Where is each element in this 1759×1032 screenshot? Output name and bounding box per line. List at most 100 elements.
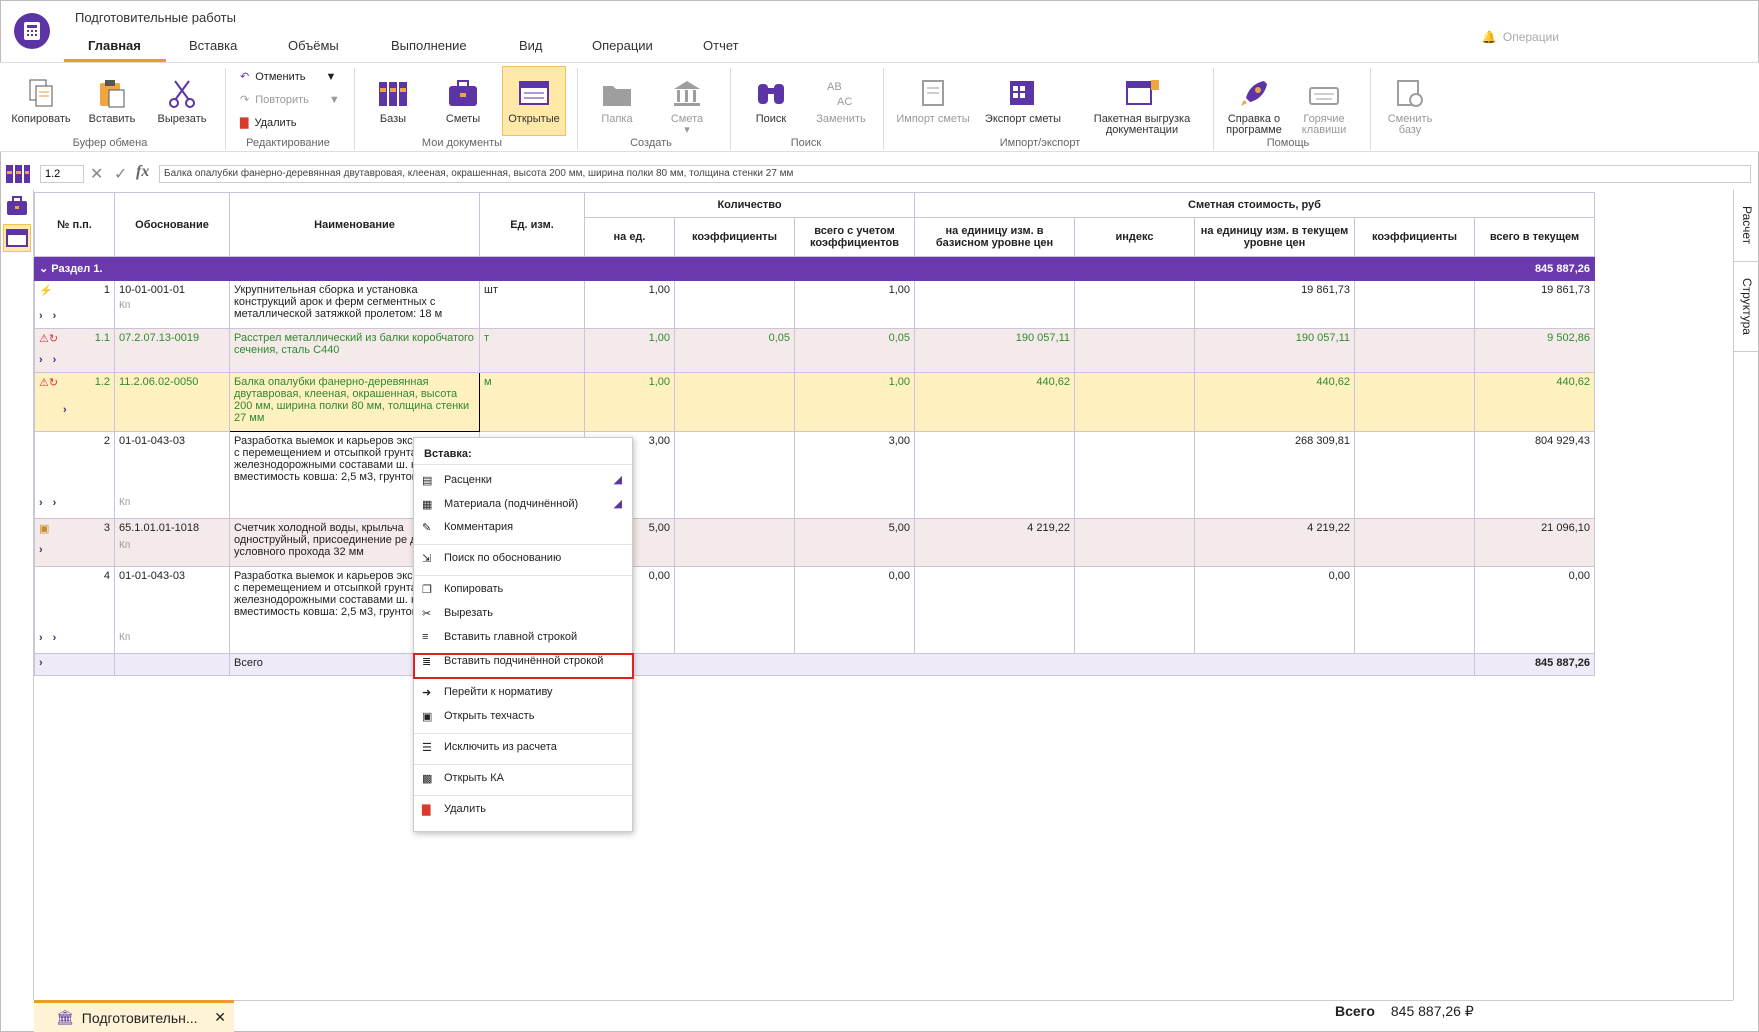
batch-export-button[interactable]: Пакетная выгрузка документации: [1084, 76, 1200, 136]
tab-home[interactable]: Главная: [88, 38, 141, 59]
tab-calculation[interactable]: Расчет: [1734, 190, 1759, 262]
chevron-right-icon[interactable]: ›: [39, 497, 43, 509]
chevron-right-icon[interactable]: ›: [63, 404, 67, 416]
formula-input[interactable]: Балка опалубки фанерно-деревянная двутав…: [159, 165, 1751, 183]
row-coef: [674, 431, 795, 519]
tab-report[interactable]: Отчет: [703, 38, 739, 59]
row-total: 440,62: [1474, 372, 1595, 432]
estimates-panel-icon[interactable]: [4, 194, 30, 218]
chevron-right-icon[interactable]: ›: [39, 310, 43, 322]
estimates-button[interactable]: Сметы: [436, 76, 490, 125]
header-total-current[interactable]: всего в текущем: [1474, 217, 1595, 257]
header-total-coef[interactable]: всего с учетом коэффициентов: [794, 217, 915, 257]
chevron-right-icon[interactable]: ›: [39, 354, 43, 366]
menu-item-search-basis[interactable]: ⇲ Поиск по обоснованию: [422, 552, 561, 565]
confirm-icon[interactable]: ✓: [114, 164, 127, 184]
delete-button[interactable]: ▇ Удалить: [240, 116, 296, 130]
menu-item-go-norm[interactable]: ➜ Перейти к нормативу: [422, 686, 553, 699]
export-estimate-button[interactable]: Экспорт сметы: [975, 76, 1071, 125]
chevron-right-icon[interactable]: ›: [53, 497, 57, 509]
new-estimate-button[interactable]: Смета ▾: [660, 76, 714, 136]
cell-reference-input[interactable]: [40, 165, 84, 183]
total-value: 845 887,26: [1474, 653, 1595, 676]
cut-button[interactable]: Вырезать: [154, 76, 210, 125]
group-create: Создать: [630, 137, 672, 149]
cancel-icon[interactable]: ✕: [90, 164, 103, 184]
row-total-coef: 5,00: [794, 518, 915, 567]
paste-button[interactable]: Вставить: [84, 76, 140, 125]
import-label: Импорт сметы: [896, 113, 970, 125]
change-base-button[interactable]: Сменить базу: [1380, 76, 1440, 136]
header-name[interactable]: Наименование: [229, 192, 480, 257]
table-row-selected[interactable]: ⚠↻ 1.2 › 11.2.06.02-0050 Балка опалубки фа…: [34, 372, 1595, 432]
tab-volumes[interactable]: Объёмы: [288, 38, 339, 59]
grand-total: Всего 845 887,26 ₽: [1335, 1003, 1474, 1020]
chevron-down-icon[interactable]: ⌄: [39, 263, 51, 275]
header-num[interactable]: № п.п.: [34, 192, 115, 257]
menu-item-cut[interactable]: ✂ Вырезать: [422, 607, 493, 620]
menu-item-rates[interactable]: ▤ Расценки ◢: [422, 473, 622, 487]
chevron-right-icon[interactable]: ›: [53, 632, 57, 644]
menu-item-delete[interactable]: ▇ Удалить: [422, 803, 486, 816]
open-docs-panel-icon[interactable]: [3, 224, 31, 252]
row-name-selected-cell[interactable]: Балка опалубки фанерно-деревянная двутав…: [229, 372, 480, 432]
table-row[interactable]: ⚡ 1 › › 10-01-001-01 Кп Укрупнительная сборк…: [34, 280, 1595, 329]
chevron-right-icon[interactable]: ›: [53, 310, 57, 322]
bases-button[interactable]: Базы: [366, 76, 420, 125]
tab-structure[interactable]: Структура: [1734, 262, 1759, 352]
redo-label: Повторить: [255, 93, 309, 106]
section-row[interactable]: ⌄ Раздел 1. 845 887,26: [34, 256, 1595, 281]
operations-button[interactable]: 🔔 Операции: [1482, 30, 1559, 44]
app-logo-icon[interactable]: [14, 13, 50, 49]
total-row[interactable]: › Всего 845 887,26: [34, 653, 1595, 676]
chevron-right-icon[interactable]: ›: [39, 544, 43, 556]
table-row[interactable]: ▣ 3 › 65.1.01.01-1018 Кп Счетчик холодной в…: [34, 518, 1595, 567]
header-coef[interactable]: коэффициенты: [674, 217, 795, 257]
undo-button[interactable]: ↶ Отменить ▼: [240, 70, 336, 84]
paste-label: Вставить: [88, 113, 136, 125]
group-help: Помощь: [1266, 137, 1310, 149]
chevron-right-icon[interactable]: ›: [53, 354, 57, 366]
replace-button[interactable]: AB AC Заменить: [814, 76, 868, 125]
table-row[interactable]: 2 › › 01-01-043-03 Кп Разработка выемок и к…: [34, 431, 1595, 519]
menu-item-comment[interactable]: ✎ Комментария: [422, 521, 513, 534]
table-row[interactable]: ⚠↻ 1.1 › › 07.2.07.13-0019 Расстрел металли…: [34, 328, 1595, 373]
menu-item-tech-part[interactable]: ▣ Открыть техчасть: [422, 710, 534, 723]
panel-toggle-icon[interactable]: [5, 163, 31, 188]
chevron-right-icon[interactable]: ›: [39, 632, 43, 644]
copy-button[interactable]: Копировать: [10, 76, 72, 125]
menu-item-copy[interactable]: ❐ Копировать: [422, 583, 503, 596]
go-norm-icon: ➜: [422, 687, 432, 699]
menu-item-paste-main[interactable]: ≡ Вставить главной строкой: [422, 631, 577, 643]
redo-button[interactable]: ↷ Повторить ▼: [240, 93, 340, 107]
hotkeys-button[interactable]: Горячие клавиши: [1292, 76, 1356, 136]
header-unit[interactable]: Ед. изм.: [479, 192, 585, 257]
close-icon[interactable]: ✕: [214, 1009, 226, 1026]
header-unit-current[interactable]: на единицу изм. в текущем уровне цен: [1194, 217, 1355, 257]
row-unit-current: 4 219,22: [1194, 518, 1355, 567]
tab-execution[interactable]: Выполнение: [391, 38, 467, 59]
table-row[interactable]: 4 › › 01-01-043-03 Кп Разработка выемок и к…: [34, 566, 1595, 654]
tab-insert[interactable]: Вставка: [189, 38, 237, 59]
document-tab[interactable]: 🏛 Подготовительн... ✕: [34, 1000, 234, 1032]
open-docs-button[interactable]: Открытые: [502, 66, 566, 136]
import-estimate-button[interactable]: Импорт сметы: [893, 76, 973, 125]
header-basis[interactable]: Обоснование: [114, 192, 230, 257]
bases-icon: [376, 76, 410, 110]
menu-separator: [414, 764, 632, 765]
material-icon: ▣: [39, 523, 50, 535]
tab-view[interactable]: Вид: [519, 38, 543, 59]
header-per-unit[interactable]: на ед.: [584, 217, 675, 257]
menu-item-material[interactable]: ▦ Материала (подчинённой) ◢: [422, 497, 622, 511]
row-unit-current: 190 057,11: [1194, 328, 1355, 373]
search-button[interactable]: Поиск: [744, 76, 798, 125]
chevron-right-icon[interactable]: ›: [39, 657, 43, 669]
tab-operations[interactable]: Операции: [592, 38, 653, 59]
menu-item-exclude[interactable]: ☰ Исключить из расчета: [422, 741, 557, 754]
about-button[interactable]: Справка о программе: [1220, 76, 1288, 136]
header-index[interactable]: индекс: [1074, 217, 1195, 257]
menu-item-open-ka[interactable]: ▩ Открыть КА: [422, 772, 504, 785]
header-unit-base[interactable]: на единицу изм. в базисном уровне цен: [914, 217, 1075, 257]
header-coef2[interactable]: коэффициенты: [1354, 217, 1475, 257]
folder-button[interactable]: Папка: [590, 76, 644, 125]
